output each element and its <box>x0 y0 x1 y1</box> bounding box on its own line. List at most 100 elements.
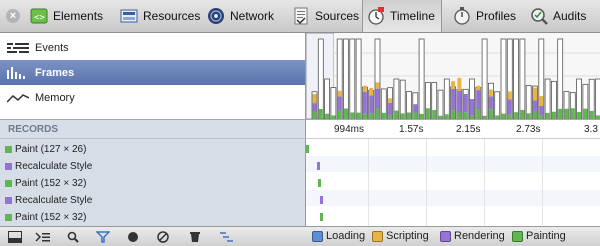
frame-rendering <box>369 95 374 114</box>
overview-item-memory[interactable]: Memory <box>0 85 305 110</box>
tab-audits[interactable]: Audits <box>530 0 586 32</box>
record-label: Paint (127 × 26) <box>15 144 87 155</box>
search-icon[interactable] <box>60 228 86 246</box>
frame-painting <box>463 112 468 119</box>
dock-icon[interactable] <box>2 228 28 246</box>
tab-sources[interactable]: Sources <box>292 0 359 32</box>
frame-rendering <box>476 90 481 110</box>
row-stripe <box>306 156 600 172</box>
frame-scripting <box>312 94 317 104</box>
clear-icon[interactable] <box>150 228 176 246</box>
checkbox[interactable] <box>440 230 451 242</box>
overview-label: Events <box>35 41 69 54</box>
painting-swatch <box>5 180 12 187</box>
timeline-icon <box>367 7 385 25</box>
record-icon[interactable] <box>120 228 146 246</box>
gridline <box>426 139 427 226</box>
tick-label: 3.3 <box>584 124 598 135</box>
elements-icon: <> <box>30 7 48 25</box>
frame-rendering <box>463 93 468 113</box>
frame-scripting <box>388 98 393 103</box>
checkbox[interactable] <box>312 230 323 242</box>
legend-label: Scripting <box>386 230 429 242</box>
tab-profiles[interactable]: Profiles <box>453 0 516 32</box>
record-bar[interactable] <box>318 179 321 187</box>
tab-label: Timeline <box>390 9 435 23</box>
checkbox[interactable] <box>372 230 383 242</box>
row-stripe <box>306 190 600 206</box>
frame-painting <box>375 108 380 119</box>
frame-bar <box>399 79 406 120</box>
record-row[interactable]: Recalculate Style <box>0 159 305 175</box>
garbage-collect-icon[interactable] <box>182 228 208 246</box>
gridline <box>368 139 369 226</box>
frame-rendering <box>470 99 474 116</box>
overview-label: Memory <box>35 91 75 104</box>
legend-rendering[interactable]: Rendering <box>440 230 505 242</box>
frame-painting <box>432 110 437 119</box>
records-timeline <box>305 139 600 226</box>
tab-resources[interactable]: Resources <box>120 0 200 32</box>
frame-painting <box>425 108 430 119</box>
frame-rendering <box>507 99 512 115</box>
tab-timeline[interactable]: Timeline <box>362 0 442 32</box>
frames-overview-graph[interactable] <box>305 32 600 120</box>
frame-painting <box>488 109 493 119</box>
profiles-icon <box>453 7 471 25</box>
frame-painting <box>564 108 569 119</box>
frame-scripting <box>362 85 367 93</box>
tick-label: 2.73s <box>516 124 541 135</box>
tick-label: 994ms <box>334 124 365 135</box>
record-label: Recalculate Style <box>15 161 93 172</box>
legend-scripting[interactable]: Scripting <box>372 230 429 242</box>
frame-rendering <box>488 96 493 110</box>
overview-item-frames[interactable]: Frames <box>0 60 305 85</box>
painting-swatch <box>5 214 12 221</box>
status-bar: Loading Scripting Rendering Painting <box>0 226 600 246</box>
filter-icon[interactable] <box>90 228 116 246</box>
tab-label: Profiles <box>476 9 517 23</box>
frame-painting <box>589 110 594 119</box>
record-bar[interactable] <box>306 145 309 153</box>
checkbox[interactable] <box>512 230 523 242</box>
frame-rendering <box>539 105 544 116</box>
frame-painting <box>451 110 456 119</box>
frame-bar <box>437 89 444 120</box>
tab-network[interactable]: Network <box>207 0 274 32</box>
frame-scripting <box>457 77 462 91</box>
painting-swatch <box>5 146 12 153</box>
frame-painting <box>312 111 317 119</box>
record-bar[interactable] <box>320 213 323 221</box>
overview-item-events[interactable]: Events <box>0 35 305 60</box>
tab-elements[interactable]: <> Elements <box>30 0 103 32</box>
sources-icon <box>292 7 310 25</box>
events-icon <box>7 42 29 54</box>
frame-scripting <box>539 95 544 106</box>
frame-scripting <box>476 85 481 91</box>
console-icon[interactable] <box>30 228 56 246</box>
close-icon[interactable]: × <box>6 9 20 23</box>
tab-label: Resources <box>143 9 201 23</box>
record-row[interactable]: Paint (152 × 32) <box>0 210 305 226</box>
frame-bar <box>317 38 324 120</box>
frame-painting <box>533 110 537 119</box>
frames-bar-chart <box>305 32 600 120</box>
frame-scripting <box>488 89 493 97</box>
record-bar[interactable] <box>317 162 320 170</box>
record-row[interactable]: Paint (127 × 26) <box>0 142 305 158</box>
frame-rendering <box>413 104 418 113</box>
legend-painting[interactable]: Painting <box>512 230 566 242</box>
record-bar[interactable] <box>320 196 323 204</box>
frame-bar <box>343 38 349 120</box>
record-row[interactable]: Paint (152 × 32) <box>0 176 305 192</box>
glue-records-icon[interactable] <box>214 228 240 246</box>
frame-rendering <box>312 103 317 112</box>
record-row[interactable]: Recalculate Style <box>0 193 305 209</box>
frame-bar <box>418 38 425 120</box>
frame-bar <box>595 78 600 120</box>
tab-label: Audits <box>553 9 587 23</box>
frame-rendering <box>533 100 537 111</box>
legend-loading[interactable]: Loading <box>312 230 365 242</box>
svg-text:<>: <> <box>34 13 45 23</box>
frame-bar <box>513 38 520 120</box>
